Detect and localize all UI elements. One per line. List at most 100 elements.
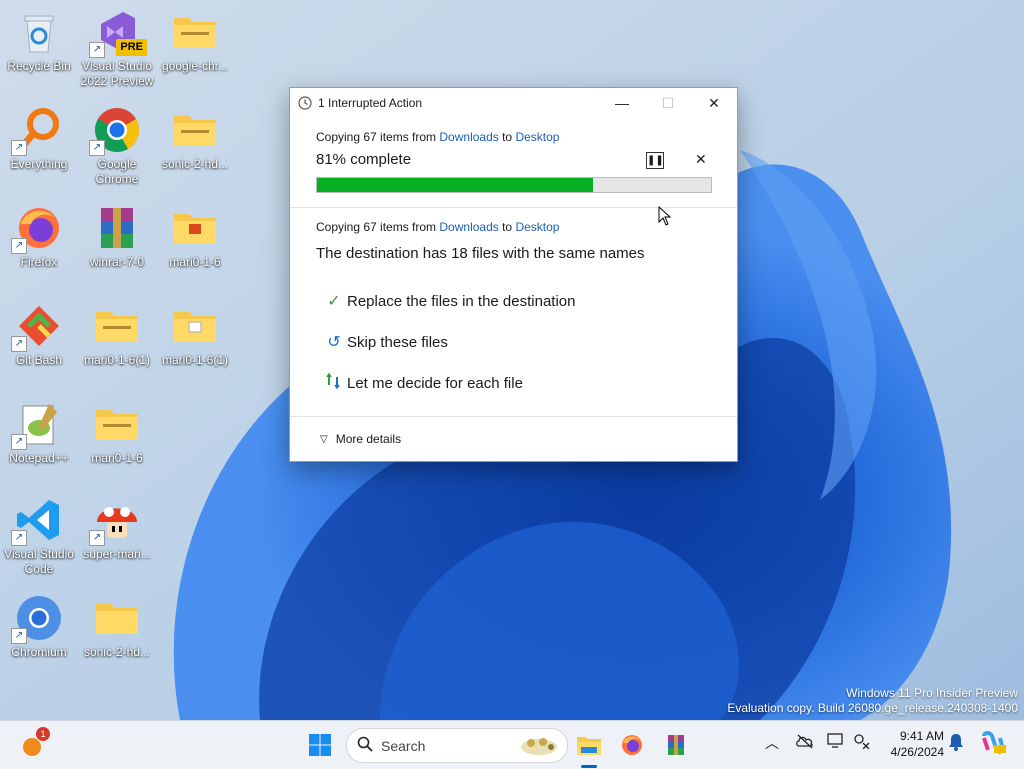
desktop-icon-mari0-zip-1[interactable]: mari0-1-6(1) [78, 302, 156, 368]
network-volume-button[interactable] [853, 733, 871, 752]
maximize-button[interactable]: ☐ [645, 88, 691, 118]
clock-time: 9:41 AM [899, 729, 944, 743]
desktop-icon-vs-preview[interactable]: PRE ↗ Visual Studio 2022 Preview [78, 8, 156, 89]
folder-icon [93, 594, 141, 642]
desktop-icon-chromium[interactable]: ↗ Chromium [0, 594, 78, 660]
desktop-icon-winrar[interactable]: winrar-7-0 [78, 204, 156, 270]
winrar-icon [93, 204, 141, 252]
desktop-icon-mari0-folder-1[interactable]: mari0-1-6 [156, 204, 234, 270]
taskbar-firefox[interactable] [616, 729, 648, 761]
notepadpp-icon: ↗ [11, 400, 63, 450]
desktop-icon-everything[interactable]: ↗ Everything [0, 106, 78, 172]
copy-status-line: Copying 67 items from Downloads to Deskt… [316, 130, 716, 144]
desktop-icon-google-chrome[interactable]: ↗ Google Chrome [78, 106, 156, 187]
checkmark-icon: ✓ [327, 293, 341, 310]
start-button[interactable] [304, 729, 336, 761]
mushroom-icon: ↗ [89, 496, 141, 546]
monitor-icon [827, 733, 843, 748]
desktop-icon-google-chr-folder[interactable]: google-chr... [156, 8, 234, 74]
shortcut-arrow-icon: ↗ [11, 336, 27, 352]
destination-link[interactable]: Desktop [515, 220, 559, 234]
shortcut-arrow-icon: ↗ [11, 530, 27, 546]
zip-folder-icon [171, 8, 219, 56]
desktop-icon-super-mario[interactable]: ↗ super-mari... [78, 496, 156, 562]
display-button[interactable] [827, 733, 845, 752]
desktop-icon-sonic-folder-2[interactable]: sonic-2-hd... [78, 594, 156, 660]
copy-status-prefix: Copying 67 items from [316, 130, 440, 144]
desktop-icon-label: winrar-7-0 [89, 255, 144, 269]
zip-folder-icon [171, 106, 219, 154]
more-details-toggle[interactable]: ▽ More details [320, 432, 401, 446]
cancel-copy-button[interactable]: ✕ [695, 151, 707, 168]
desktop-icon-sonic-folder-1[interactable]: sonic-2-hd... [156, 106, 234, 172]
visual-studio-icon: PRE ↗ [89, 8, 147, 58]
desktop-icon-mari0-folder-2[interactable]: mari0-1-6(1) [156, 302, 234, 368]
shortcut-arrow-icon: ↗ [11, 628, 27, 644]
copilot-button[interactable] [980, 730, 1006, 759]
copy-status-prefix: Copying 67 items from [316, 220, 440, 234]
decide-each-file-option[interactable]: Let me decide for each file [324, 372, 523, 393]
dialog-title: 1 Interrupted Action [318, 96, 423, 110]
shortcut-arrow-icon: ↗ [11, 434, 27, 450]
destination-link[interactable]: Desktop [515, 130, 559, 144]
source-link[interactable]: Downloads [439, 220, 498, 234]
watermark-line-2: Evaluation copy. Build 26080.ge_release.… [727, 701, 1018, 715]
copy-status-mid: to [498, 130, 516, 144]
widgets-button[interactable]: 1 [16, 727, 50, 761]
onedrive-button[interactable] [795, 733, 815, 752]
skip-files-option[interactable]: ↺ Skip these files [324, 332, 448, 352]
taskbar-file-explorer[interactable] [573, 729, 605, 761]
notifications-button[interactable] [948, 733, 964, 754]
dialog-titlebar[interactable]: 1 Interrupted Action — ☐ ✕ [290, 88, 737, 118]
chromium-icon: ↗ [11, 594, 63, 644]
taskbar-search-box[interactable]: Search [346, 728, 568, 763]
mouse-cursor-icon [658, 206, 672, 226]
close-icon: ✕ [695, 151, 707, 167]
desktop-icon-label: Google Chrome [95, 157, 139, 186]
interrupted-action-dialog: 1 Interrupted Action — ☐ ✕ Copying 67 it… [289, 87, 738, 462]
file-explorer-icon [577, 737, 601, 755]
chevron-up-icon: ︿ [765, 735, 779, 751]
shortcut-arrow-icon: ↗ [89, 42, 105, 58]
close-button[interactable]: ✕ [691, 88, 737, 118]
search-highlight-icon [519, 733, 559, 760]
compare-icon [324, 372, 344, 393]
desktop-icon-label: Recycle Bin [7, 59, 71, 73]
desktop-icon-notepadpp[interactable]: ↗ Notepad++ [0, 400, 78, 466]
source-link[interactable]: Downloads [439, 130, 498, 144]
taskbar-winrar[interactable] [660, 729, 692, 761]
desktop-icon-label: mari0-1-6 [91, 451, 143, 465]
chrome-icon: ↗ [89, 106, 141, 156]
desktop-icon-vscode[interactable]: ↗ Visual Studio Code [0, 496, 78, 577]
git-bash-icon: ↗ [11, 302, 63, 352]
desktop-icon-firefox[interactable]: ↗ Firefox [0, 204, 78, 270]
chevron-down-icon: ▽ [320, 433, 328, 445]
desktop-icon-mari0-zip-2[interactable]: mari0-1-6 [78, 400, 156, 466]
desktop-icon-git-bash[interactable]: ↗ Git Bash [0, 302, 78, 368]
desktop-icon-label: mari0-1-6 [169, 255, 221, 269]
pause-button[interactable]: ❚❚ [646, 152, 664, 169]
replace-files-option[interactable]: ✓ Replace the files in the destination [324, 291, 575, 311]
minimize-button[interactable]: — [599, 88, 645, 118]
show-hidden-icons-button[interactable]: ︿ [765, 733, 779, 753]
option-label: Let me decide for each file [347, 374, 523, 392]
clock-date: 4/26/2024 [890, 745, 944, 759]
taskbar: 1 Search ︿ 9:41 AM 4/26/2024 [0, 720, 1024, 769]
maximize-icon: ☐ [661, 94, 675, 111]
shortcut-arrow-icon: ↗ [89, 140, 105, 156]
winrar-icon [668, 735, 684, 755]
conflict-section: Copying 67 items from Downloads to Deskt… [316, 220, 726, 262]
recycle-bin-icon [15, 8, 63, 56]
folder-icon [171, 204, 219, 252]
desktop-icon-label: Firefox [20, 255, 58, 269]
desktop-icon-label: mari0-1-6(1) [83, 353, 150, 367]
desktop-icon-label: Chromium [11, 645, 67, 659]
firefox-icon: ↗ [11, 204, 63, 254]
shortcut-arrow-icon: ↗ [11, 238, 27, 254]
close-icon: ✕ [708, 94, 720, 111]
taskbar-clock[interactable]: 9:41 AM 4/26/2024 [880, 728, 944, 760]
evaluation-watermark: Windows 11 Pro Insider Preview Evaluatio… [727, 686, 1018, 716]
desktop-icon-label: super-mari... [83, 547, 151, 561]
progress-bar [316, 177, 712, 193]
desktop-icon-recycle-bin[interactable]: Recycle Bin [0, 8, 78, 74]
